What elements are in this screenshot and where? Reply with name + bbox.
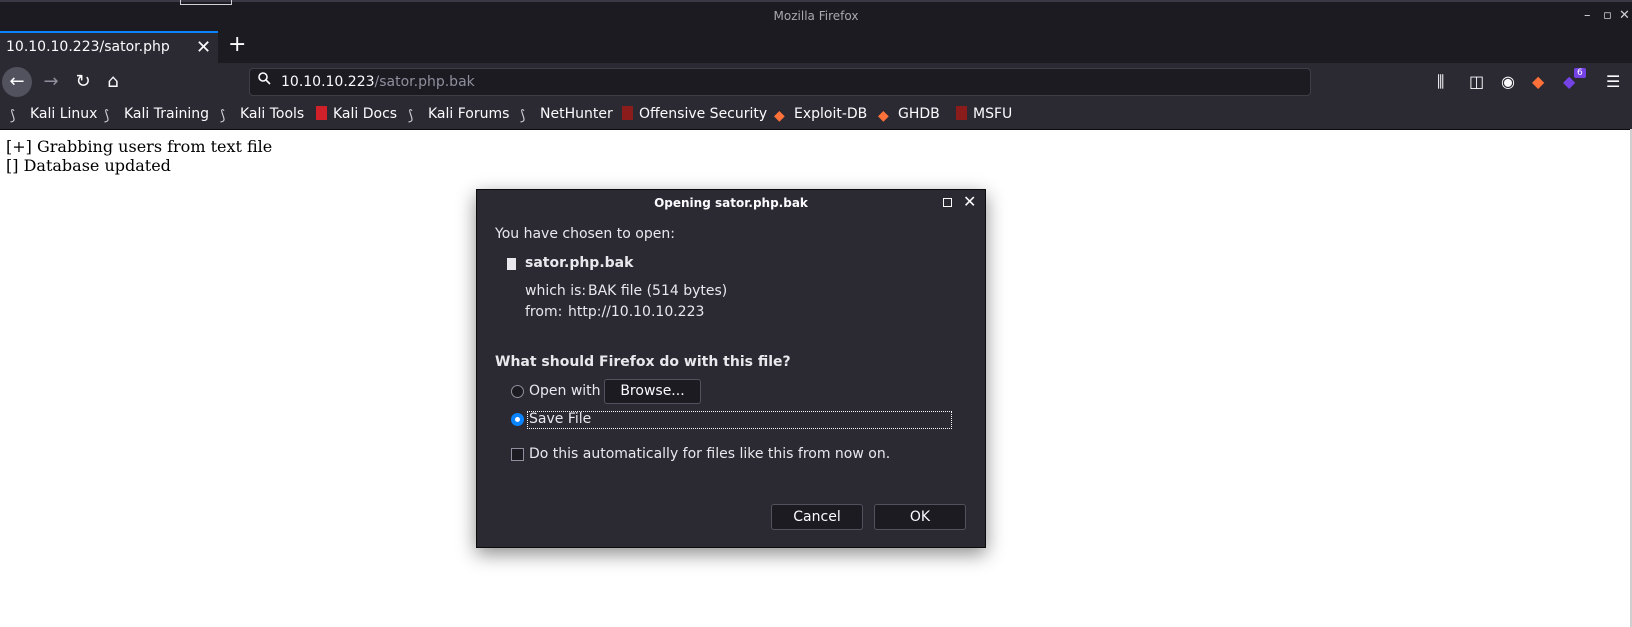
save-file-radio[interactable] <box>511 413 524 426</box>
exploitdb-icon: ◆ <box>774 108 785 124</box>
open-with-radio[interactable] <box>511 385 524 398</box>
url-host: 10.10.10.223 <box>281 74 375 90</box>
url-bar[interactable]: 10.10.10.223/sator.php.bak <box>249 68 1311 96</box>
auto-action-checkbox[interactable] <box>511 448 524 461</box>
bookmark-kali-docs[interactable]: Kali Docs <box>316 106 397 122</box>
bookmark-label: NetHunter <box>540 106 613 122</box>
bookmark-label: Kali Forums <box>428 106 510 122</box>
from-label: from: <box>525 304 563 320</box>
bookmark-label: MSFU <box>973 106 1013 122</box>
bookmark-msfu[interactable]: MSFU <box>956 106 1012 122</box>
navigation-bar: ← → ↻ ⌂ 10.10.10.223/sator.php.bak ⫼ ◫ ◉… <box>0 63 1632 101</box>
url-text: 10.10.10.223/sator.php.bak <box>281 74 475 90</box>
bookmark-offensive-security[interactable]: Offensive Security <box>622 106 767 122</box>
bookmark-kali-tools[interactable]: ⟆ Kali Tools <box>220 106 305 124</box>
home-button[interactable]: ⌂ <box>98 67 128 97</box>
bookmark-kali-linux[interactable]: ⟆ Kali Linux <box>10 106 98 124</box>
reload-icon: ↻ <box>75 71 91 92</box>
bookmark-label: Exploit-DB <box>794 106 868 122</box>
maximize-icon[interactable] <box>943 198 952 207</box>
reload-button[interactable]: ↻ <box>68 67 98 97</box>
offsec-icon <box>956 106 967 120</box>
forward-button[interactable]: → <box>36 67 66 97</box>
ok-button[interactable]: OK <box>874 504 966 530</box>
file-name: sator.php.bak <box>525 255 634 271</box>
bookmark-label: Kali Docs <box>333 106 398 122</box>
bookmark-nethunter[interactable]: ⟆ NetHunter <box>520 106 613 124</box>
offsec-icon <box>622 106 633 120</box>
open-with-label[interactable]: Open with <box>529 383 601 399</box>
auto-action-label[interactable]: Do this automatically for files like thi… <box>529 446 890 462</box>
browse-button[interactable]: Browse... <box>604 379 701 404</box>
kali-dragon-icon: ⟆ <box>408 108 414 124</box>
window-title: Mozilla Firefox <box>773 9 859 23</box>
close-icon[interactable]: ✕ <box>963 192 976 211</box>
minimize-icon[interactable]: – <box>1584 8 1591 23</box>
save-file-label[interactable]: Save File <box>529 411 591 427</box>
page-content: [+] Grabbing users from text file [] Dat… <box>6 137 272 175</box>
bookmark-label: Kali Linux <box>30 106 98 122</box>
which-is-value: BAK file (514 bytes) <box>588 283 728 299</box>
dialog-question: What should Firefox do with this file? <box>495 354 791 370</box>
download-dialog: Opening sator.php.bak ✕ You have chosen … <box>476 189 986 548</box>
from-value: http://10.10.10.223 <box>568 304 705 320</box>
dialog-title: Opening sator.php.bak <box>654 196 808 210</box>
url-path: /sator.php.bak <box>374 74 475 90</box>
kali-docs-icon <box>316 106 327 120</box>
bookmark-label: GHDB <box>898 106 940 122</box>
arrow-left-icon: ← <box>9 71 25 92</box>
search-icon <box>258 72 271 85</box>
new-tab-button[interactable]: + <box>228 32 246 57</box>
exploitdb-icon: ◆ <box>878 108 889 124</box>
sidebar-icon[interactable]: ◫ <box>1469 72 1484 91</box>
arrow-right-icon: → <box>43 71 59 92</box>
kali-dragon-icon: ⟆ <box>520 108 526 124</box>
which-is-label: which is: <box>525 283 587 299</box>
tab-close-icon[interactable]: ✕ <box>196 37 211 58</box>
foxyproxy-extension-icon[interactable]: ◆ <box>1532 72 1544 91</box>
extension-badge: 6 <box>1574 68 1586 78</box>
bookmark-label: Kali Tools <box>240 106 305 122</box>
cancel-button[interactable]: Cancel <box>771 504 863 530</box>
tab-active[interactable]: 10.10.10.223/sator.php ✕ <box>0 31 218 63</box>
bookmark-kali-training[interactable]: ⟆ Kali Training <box>104 106 209 124</box>
back-button[interactable]: ← <box>2 67 32 97</box>
library-icon[interactable]: ⫼ <box>1437 72 1444 92</box>
home-icon: ⌂ <box>107 71 119 92</box>
bookmark-ghdb[interactable]: ◆ GHDB <box>878 106 940 124</box>
account-icon[interactable]: ◉ <box>1501 72 1515 91</box>
page-line-2: [] Database updated <box>6 156 171 175</box>
taskbar-fragment <box>180 0 232 5</box>
tab-title: 10.10.10.223/sator.php <box>6 39 170 55</box>
bookmark-label: Kali Training <box>124 106 209 122</box>
window-titlebar: Mozilla Firefox – ▫ ✕ <box>0 0 1632 31</box>
menu-icon[interactable]: ☰ <box>1606 72 1620 91</box>
bookmarks-toolbar: ⟆ Kali Linux ⟆ Kali Training ⟆ Kali Tools K… <box>0 101 1632 130</box>
maximize-icon[interactable]: ▫ <box>1603 8 1612 23</box>
tab-strip: 10.10.10.223/sator.php ✕ + <box>0 31 1632 63</box>
bookmark-exploit-db[interactable]: ◆ Exploit-DB <box>774 106 868 124</box>
dialog-intro: You have chosen to open: <box>495 226 675 242</box>
kali-dragon-icon: ⟆ <box>10 108 16 124</box>
kali-dragon-icon: ⟆ <box>104 108 110 124</box>
file-icon <box>507 258 516 270</box>
bookmark-kali-forums[interactable]: ⟆ Kali Forums <box>408 106 510 124</box>
close-icon[interactable]: ✕ <box>1619 8 1630 23</box>
kali-dragon-icon: ⟆ <box>220 108 226 124</box>
bookmark-label: Offensive Security <box>639 106 768 122</box>
page-line-1: [+] Grabbing users from text file <box>6 137 273 156</box>
